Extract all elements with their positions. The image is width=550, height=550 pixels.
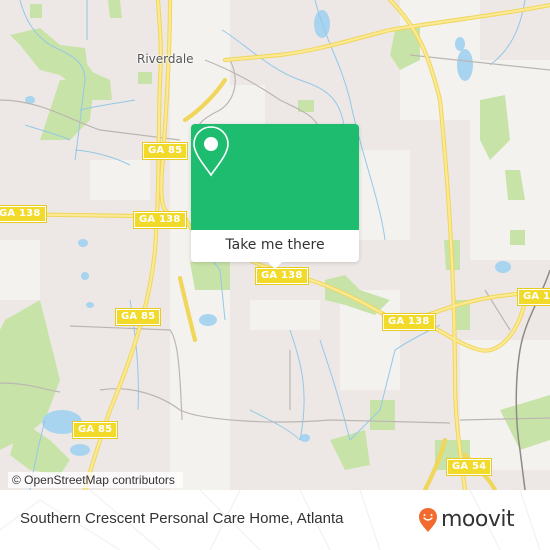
moovit-pin-logo-icon	[419, 508, 437, 532]
map-attribution[interactable]: © OpenStreetMap contributors	[8, 472, 183, 488]
road-shield-ga138: GA 138	[255, 267, 309, 285]
road-shield-ga138: GA 138	[517, 288, 550, 306]
location-title: Southern Crescent Personal Care Home, At…	[20, 510, 344, 527]
road-shield-ga54: GA 54	[445, 458, 493, 476]
popup-pointer	[268, 262, 282, 269]
place-label-riverdale: Riverdale	[137, 52, 194, 66]
moovit-logo[interactable]: moovit	[418, 507, 515, 533]
moovit-wordmark: moovit	[441, 507, 515, 532]
road-shield-ga138: GA 138	[0, 205, 47, 223]
road-shield-ga85: GA 85	[71, 421, 119, 439]
road-shield-ga138: GA 138	[133, 211, 187, 229]
popup-header	[191, 124, 359, 230]
location-popup: Take me there	[191, 124, 359, 269]
road-shield-ga85: GA 85	[114, 308, 162, 326]
map-pin-icon	[193, 126, 229, 177]
road-shield-ga85: GA 85	[141, 142, 189, 160]
map-view[interactable]: Riverdale GA 85 GA 138 GA 138 GA 138 GA …	[0, 0, 550, 490]
footer: Southern Crescent Personal Care Home, At…	[0, 490, 550, 550]
take-me-there-button[interactable]: Take me there	[191, 230, 359, 262]
road-shield-ga138: GA 138	[382, 313, 436, 331]
